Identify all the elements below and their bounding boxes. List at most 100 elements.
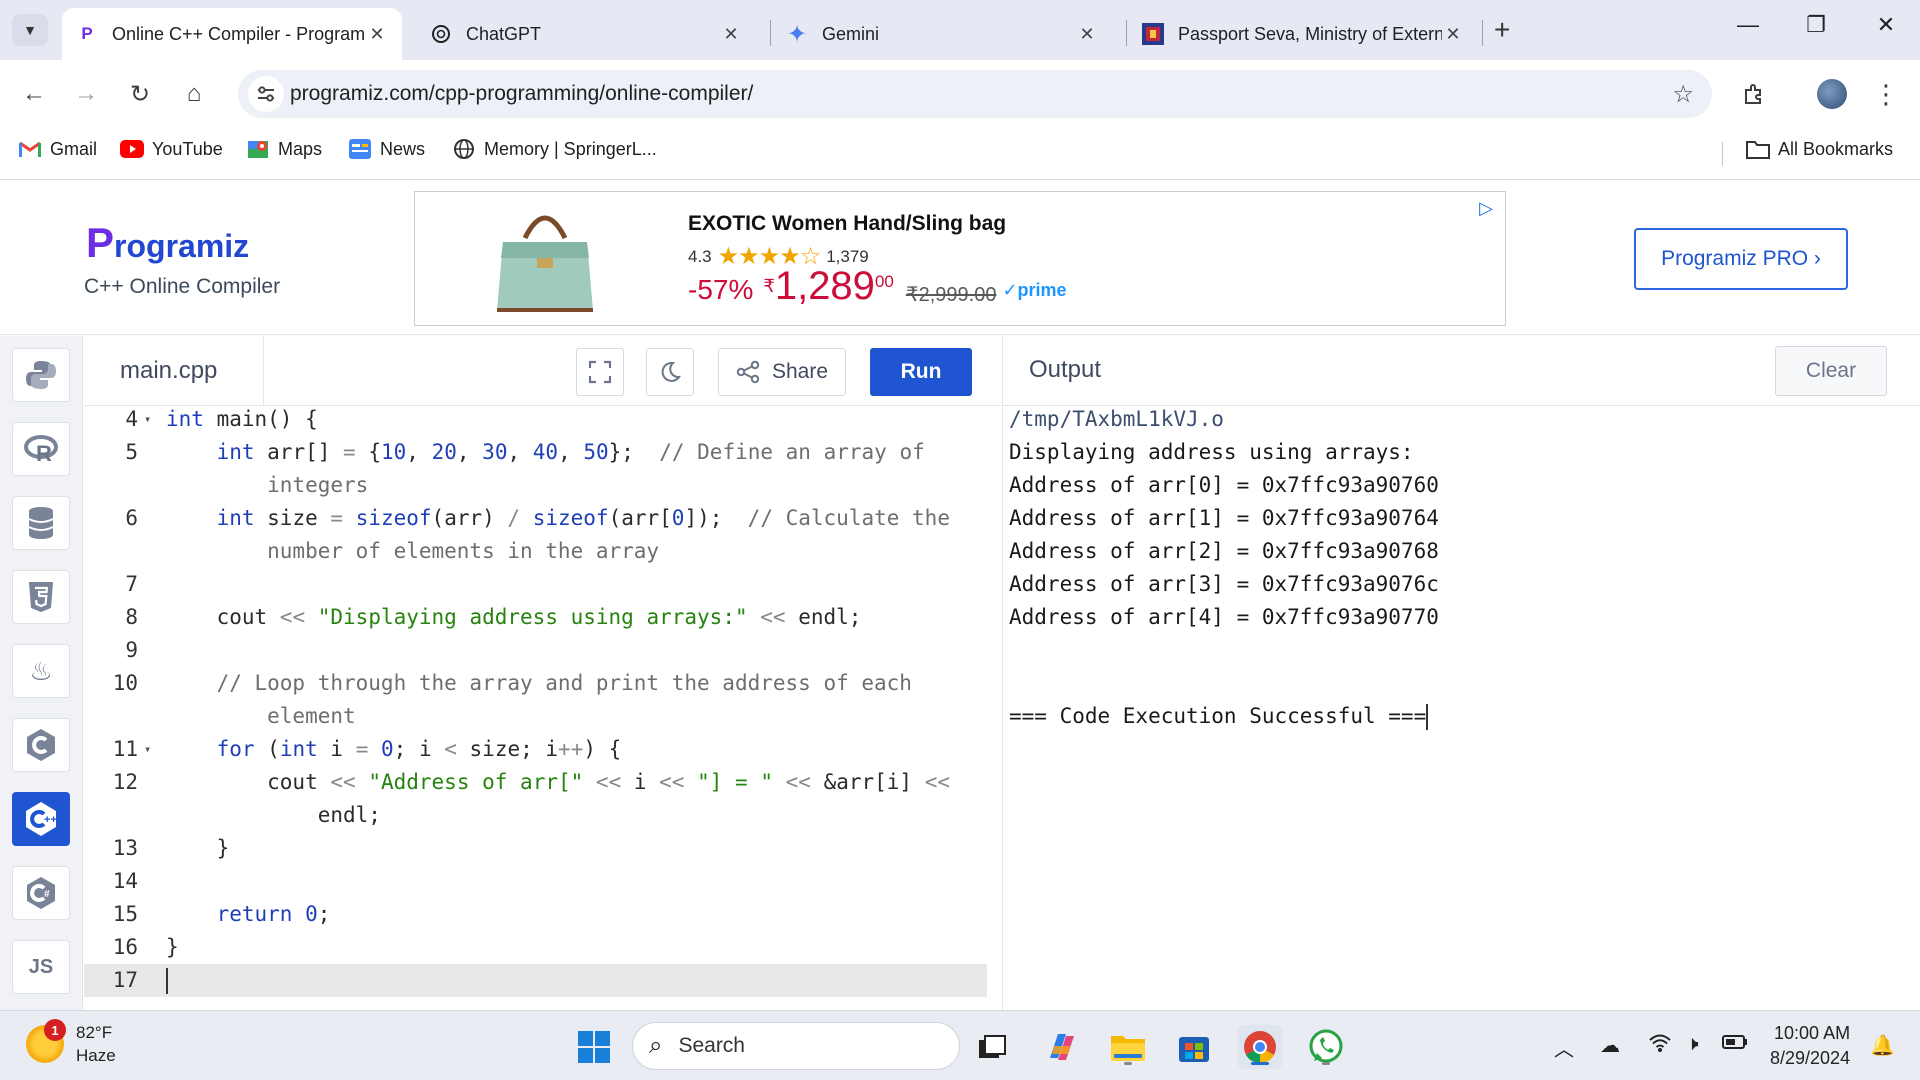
tray-overflow-chevron-icon[interactable]: ︿ — [1554, 1033, 1574, 1062]
windows-start-icon[interactable] — [572, 1025, 616, 1069]
code-line[interactable]: 15 return 0; — [84, 898, 987, 931]
home-icon[interactable]: ⌂ — [176, 76, 212, 112]
line-number: 5 — [125, 440, 138, 464]
bookmark-gmail[interactable]: Gmail — [18, 138, 97, 160]
tab-chatgpt[interactable]: ChatGPT ✕ — [416, 8, 756, 60]
code-line[interactable]: 13 } — [84, 832, 987, 865]
programiz-logo[interactable]: Programiz — [86, 219, 249, 267]
extensions-icon[interactable] — [1736, 76, 1772, 112]
forward-icon[interactable]: → — [68, 76, 104, 112]
chrome-icon[interactable] — [1238, 1025, 1282, 1069]
taskbar-search[interactable]: ⌕ Search — [632, 1022, 960, 1070]
lang-r[interactable]: R — [12, 422, 70, 476]
code-line[interactable]: 10 // Loop through the array and print t… — [84, 667, 987, 700]
tab-gemini[interactable]: ✦ Gemini ✕ — [772, 8, 1112, 60]
lang-csharp[interactable]: # — [12, 866, 70, 920]
close-window-icon[interactable]: ✕ — [1866, 12, 1906, 38]
lang-java[interactable]: ♨ — [12, 644, 70, 698]
code-line[interactable]: 14 — [84, 865, 987, 898]
code-line[interactable]: 4 ▾ int main() { — [84, 407, 987, 436]
fullscreen-icon[interactable] — [576, 348, 624, 396]
tab-programiz[interactable]: P Online C++ Compiler - Programiz ✕ — [62, 8, 402, 60]
whatsapp-icon[interactable] — [1304, 1025, 1348, 1069]
code-token: ( — [254, 737, 280, 761]
bookmark-springer[interactable]: Memory | SpringerL... — [452, 138, 657, 160]
restore-icon[interactable]: ❐ — [1796, 12, 1836, 38]
fold-arrow-icon[interactable]: ▾ — [144, 407, 151, 436]
url-text: programiz.com/cpp-programming/online-com… — [290, 82, 754, 105]
new-tab-icon[interactable]: + — [1494, 16, 1510, 44]
code-line[interactable]: 8 cout << "Displaying address using arra… — [84, 601, 987, 634]
bookmark-star-icon[interactable]: ☆ — [1672, 80, 1694, 109]
lang-cpp[interactable]: ++ — [12, 792, 70, 846]
minimize-icon[interactable]: — — [1728, 12, 1768, 38]
profile-avatar[interactable] — [1814, 76, 1850, 112]
code-line[interactable]: number of elements in the array — [84, 535, 987, 568]
weather-widget[interactable]: 1 82°F Haze — [26, 1019, 116, 1067]
line-number: 10 — [112, 671, 138, 695]
code-line[interactable]: endl; — [84, 799, 987, 832]
code-line[interactable]: element — [84, 700, 987, 733]
running-indicator — [1124, 1062, 1132, 1065]
code-line[interactable]: 5 int arr[] = {10, 20, 30, 40, 50}; // D… — [84, 436, 987, 469]
reload-icon[interactable]: ↻ — [122, 76, 158, 112]
ad-choices-icon[interactable]: ▷ — [1479, 198, 1493, 219]
code-line[interactable]: 11 ▾ for (int i = 0; i < size; i++) { — [84, 733, 987, 766]
back-icon[interactable]: ← — [16, 76, 52, 112]
more-menu-icon[interactable]: ⋮ — [1868, 76, 1904, 112]
logo-mark: P — [86, 219, 115, 266]
volume-muted-icon[interactable]: 🕨 — [1686, 1033, 1699, 1056]
line-number: 12 — [112, 770, 138, 794]
address-bar[interactable]: programiz.com/cpp-programming/online-com… — [238, 70, 1712, 118]
code-editor[interactable]: 4 ▾ int main() {5 int arr[] = {10, 20, 30,… — [84, 407, 1001, 1010]
tab-search-button[interactable]: ▼ — [12, 14, 48, 46]
bookmark-maps[interactable]: Maps — [246, 138, 322, 160]
close-tab-icon[interactable]: ✕ — [720, 24, 742, 45]
browser-tab-strip: ▼ P Online C++ Compiler - Programiz ✕ Ch… — [0, 0, 1920, 60]
clear-button[interactable]: Clear — [1775, 346, 1887, 396]
code-token: / — [507, 506, 521, 530]
microsoft-store-icon[interactable] — [1172, 1025, 1216, 1069]
programiz-pro-button[interactable]: Programiz PRO › — [1634, 228, 1848, 290]
run-button[interactable]: Run — [870, 348, 972, 396]
lang-sql[interactable] — [12, 496, 70, 550]
code-line[interactable]: 12 cout << "Address of arr[" << i << "] … — [84, 766, 987, 799]
close-tab-icon[interactable]: ✕ — [366, 24, 388, 45]
code-line[interactable]: 7 — [84, 568, 987, 601]
code-line[interactable]: integers — [84, 469, 987, 502]
discount-label: -57% — [688, 274, 754, 305]
svg-text:++: ++ — [44, 814, 57, 826]
file-tab-main-cpp[interactable]: main.cpp — [84, 336, 264, 406]
battery-icon[interactable] — [1722, 1033, 1748, 1056]
code-line[interactable]: 6 int size = sizeof(arr) / sizeof(arr[0]… — [84, 502, 987, 535]
output-console[interactable]: /tmp/TAxbmL1kVJ.o Displaying address usin… — [1002, 407, 1920, 1010]
site-info-icon[interactable] — [248, 76, 284, 112]
code-line[interactable]: 9 — [84, 634, 987, 667]
onedrive-cloud-icon[interactable]: ☁ — [1600, 1033, 1620, 1058]
notifications-bell-icon[interactable]: 🔔 — [1870, 1033, 1895, 1058]
close-tab-icon[interactable]: ✕ — [1076, 24, 1098, 45]
share-button[interactable]: Share — [718, 348, 846, 396]
system-clock[interactable]: 10:00 AM 8/29/2024 — [1770, 1021, 1850, 1071]
wifi-icon[interactable] — [1648, 1033, 1672, 1059]
lang-python[interactable] — [12, 348, 70, 402]
all-bookmarks[interactable]: All Bookmarks — [1746, 138, 1893, 160]
code-line[interactable]: 17 — [84, 964, 987, 997]
code-token: << — [279, 605, 306, 629]
ad-title[interactable]: EXOTIC Women Hand/Sling bag — [688, 212, 1006, 236]
bookmark-youtube[interactable]: YouTube — [120, 138, 223, 160]
lang-html[interactable] — [12, 570, 70, 624]
dark-mode-icon[interactable] — [646, 348, 694, 396]
code-line[interactable]: 16} — [84, 931, 987, 964]
bookmark-news[interactable]: News — [348, 138, 425, 160]
lang-c[interactable] — [12, 718, 70, 772]
file-explorer-icon[interactable] — [1106, 1025, 1150, 1069]
lang-js[interactable]: JS — [12, 940, 70, 994]
close-tab-icon[interactable]: ✕ — [1442, 24, 1464, 45]
copilot-icon[interactable] — [1040, 1025, 1084, 1069]
fold-arrow-icon[interactable]: ▾ — [144, 733, 151, 766]
task-view-icon[interactable] — [970, 1025, 1014, 1069]
advertisement-banner[interactable]: EXOTIC Women Hand/Sling bag 4.3 ★★★★☆ 1,… — [414, 191, 1506, 326]
tab-passport-seva[interactable]: Passport Seva, Ministry of External Affa… — [1128, 8, 1478, 60]
